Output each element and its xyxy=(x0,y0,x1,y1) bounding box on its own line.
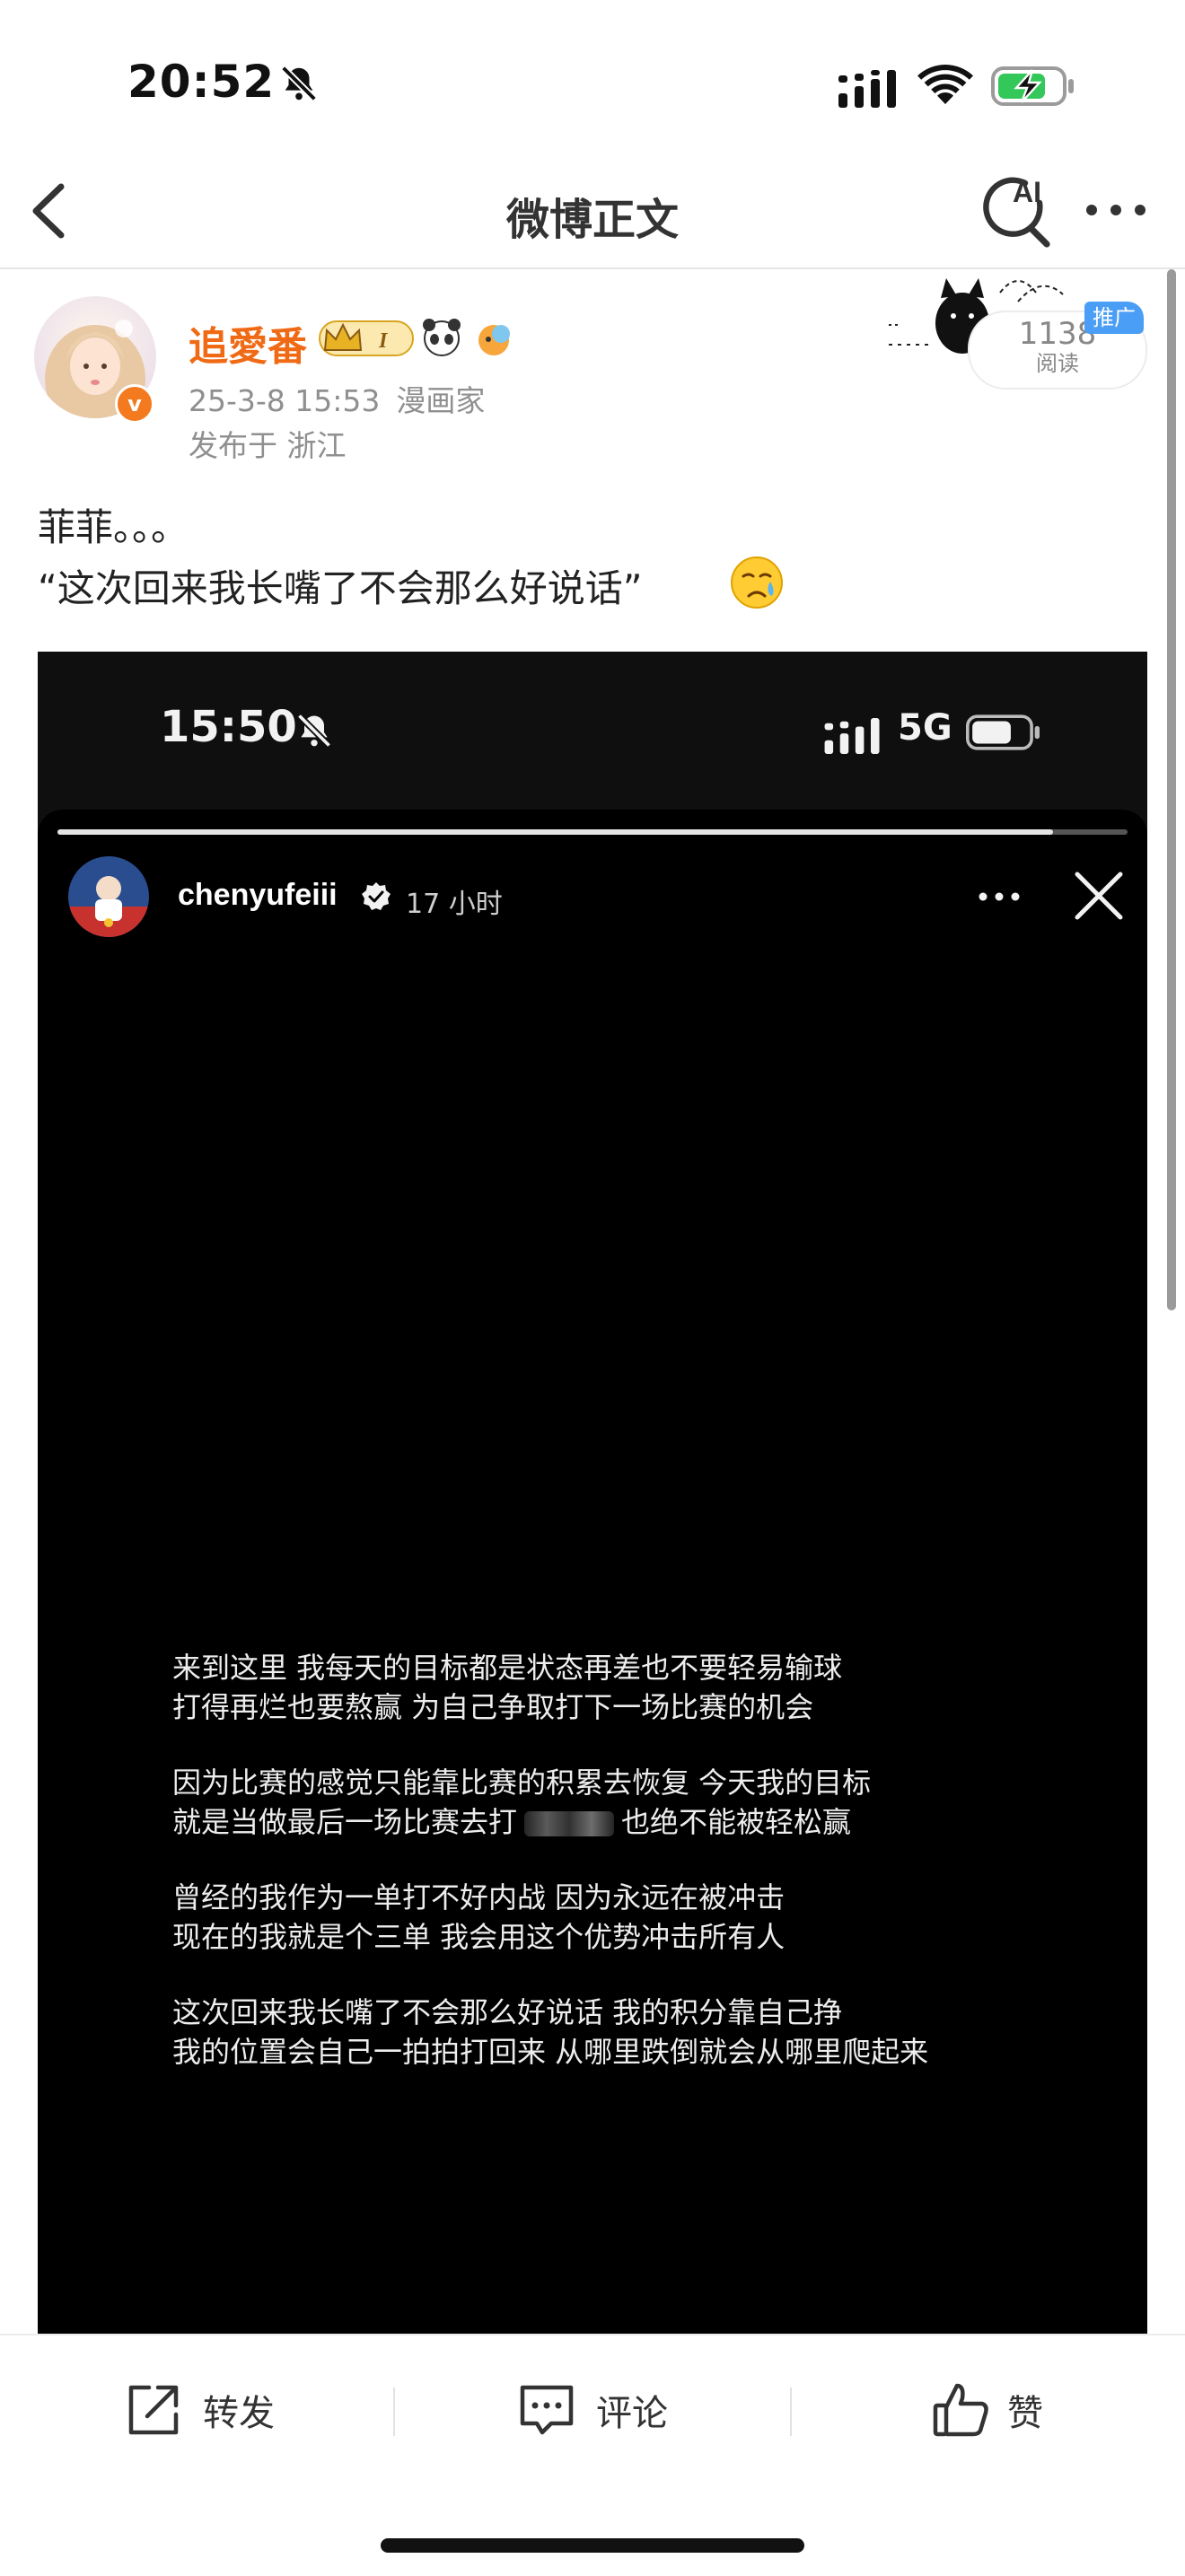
story-text-line: 来到这里 我每天的目标都是状态再差也不要轻易输球 xyxy=(172,1651,843,1685)
story-text-line: 这次回来我长嘴了不会那么好说话 我的积分靠自己挣 xyxy=(172,1995,843,2029)
story-text-part: 也绝不能被轻松赢 xyxy=(621,1805,852,1839)
more-dots-icon[interactable] xyxy=(1083,199,1149,221)
like-thumb-icon[interactable] xyxy=(930,2379,993,2441)
embedded-battery-icon xyxy=(966,714,1040,750)
story-username[interactable]: chenyufeiii xyxy=(178,878,338,913)
story-user-avatar[interactable] xyxy=(68,856,149,937)
embedded-image[interactable]: 15:50 5G chenyufeiii 17 小时 来到这里 我每天的目标都是… xyxy=(38,652,1147,2339)
like-button[interactable]: 赞 xyxy=(1007,2384,1043,2436)
story-text-line: 因为比赛的感觉只能靠比赛的积累去恢复 今天我的目标 xyxy=(172,1766,872,1800)
bell-slash-icon xyxy=(281,66,317,101)
verified-badge-icon: v xyxy=(115,384,154,424)
post-text-line-2: “这次回来我长嘴了不会那么好说话” xyxy=(38,566,643,610)
story-text-part: 就是当做最后一场比赛去打 xyxy=(172,1805,518,1839)
repost-icon[interactable] xyxy=(122,2379,185,2441)
post-text-line-1: 菲菲。。。 xyxy=(38,505,189,549)
action-divider xyxy=(393,2388,395,2436)
post-location: 发布于 浙江 xyxy=(189,428,347,463)
story-time-ago: 17 小时 xyxy=(406,889,503,920)
story-close-icon[interactable] xyxy=(1072,869,1126,923)
action-divider xyxy=(790,2388,792,2436)
post-source: 漫画家 xyxy=(396,383,486,418)
wifi-icon xyxy=(917,65,973,104)
post-date: 25-3-8 15:53 xyxy=(189,383,381,418)
read-label: 阅读 xyxy=(1036,351,1079,376)
redacted-blur xyxy=(524,1811,615,1836)
author-name[interactable]: 追愛番 xyxy=(189,314,307,372)
story-text-line: 曾经的我作为一单打不好内战 因为永远在被冲击 xyxy=(172,1880,786,1914)
cellular-signal-icon xyxy=(838,70,896,108)
repost-button[interactable]: 转发 xyxy=(203,2384,275,2436)
post-meta: 25-3-8 15:53 漫画家 xyxy=(189,377,501,420)
member-badges-icon[interactable]: I xyxy=(316,314,524,363)
scrollbar[interactable] xyxy=(1167,269,1176,1310)
story-more-icon[interactable] xyxy=(977,890,1022,903)
embedded-bell-slash-icon xyxy=(296,713,332,749)
comment-button[interactable]: 评论 xyxy=(596,2384,668,2436)
status-time: 20:52 xyxy=(127,56,276,108)
embedded-signal-icon xyxy=(824,718,880,754)
story-progress-bar xyxy=(57,829,1053,835)
home-indicator[interactable] xyxy=(381,2538,804,2553)
embedded-network: 5G xyxy=(898,707,952,749)
story-text-line-redacted: 就是当做最后一场比赛去打 也绝不能被轻松赢 xyxy=(172,1802,1070,1842)
promo-tag[interactable]: 推广 xyxy=(1084,302,1144,334)
story-text-line: 我的位置会自己一拍拍打回来 从哪里跌倒就会从哪里爬起来 xyxy=(172,2035,929,2069)
story-text-line: 打得再烂也要熬赢 为自己争取打下一场比赛的机会 xyxy=(172,1690,814,1724)
embedded-status-time: 15:50 xyxy=(160,702,297,752)
svg-text:I: I xyxy=(378,329,389,353)
verified-check-icon xyxy=(362,882,391,910)
story-text-line: 现在的我就是个三单 我会用这个优势冲击所有人 xyxy=(172,1920,786,1954)
crying-face-emoji-icon xyxy=(731,556,783,609)
comment-icon[interactable] xyxy=(515,2379,578,2441)
story-viewer xyxy=(38,810,1147,2339)
ai-label: AI xyxy=(1013,176,1041,208)
battery-charging-icon xyxy=(991,66,1074,106)
